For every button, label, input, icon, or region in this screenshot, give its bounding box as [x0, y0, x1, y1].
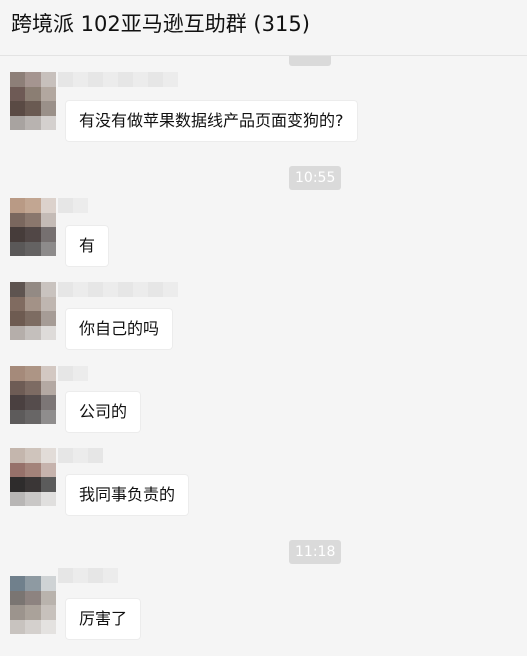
- message-list[interactable]: 有没有做苹果数据线产品页面变狗的? 10:55 有 你自己的吗 公司的 我同事负…: [0, 56, 527, 656]
- message-bubble[interactable]: 我同事负责的: [65, 474, 190, 516]
- avatar[interactable]: [10, 72, 56, 130]
- avatar[interactable]: [10, 576, 56, 634]
- message-bubble[interactable]: 厉害了: [65, 598, 142, 640]
- sender-name: [58, 366, 88, 381]
- avatar[interactable]: [10, 198, 56, 256]
- sender-name: [58, 568, 118, 583]
- sender-name: [58, 282, 178, 297]
- avatar[interactable]: [10, 282, 56, 340]
- sender-name: [58, 72, 178, 87]
- avatar[interactable]: [10, 366, 56, 424]
- avatar[interactable]: [10, 448, 56, 506]
- timestamp: 11:18: [289, 540, 342, 564]
- sender-name: [58, 448, 103, 463]
- message-bubble[interactable]: 公司的: [65, 391, 142, 433]
- message-bubble[interactable]: 有: [65, 225, 110, 267]
- message-bubble[interactable]: 你自己的吗: [65, 308, 174, 350]
- timestamp-partial: [289, 56, 331, 66]
- sender-name: [58, 198, 88, 213]
- chat-title[interactable]: 跨境派 102亚马逊互助群 (315): [11, 9, 310, 39]
- timestamp: 10:55: [289, 166, 342, 190]
- chat-header: 跨境派 102亚马逊互助群 (315): [0, 0, 527, 56]
- message-bubble[interactable]: 有没有做苹果数据线产品页面变狗的?: [65, 100, 358, 142]
